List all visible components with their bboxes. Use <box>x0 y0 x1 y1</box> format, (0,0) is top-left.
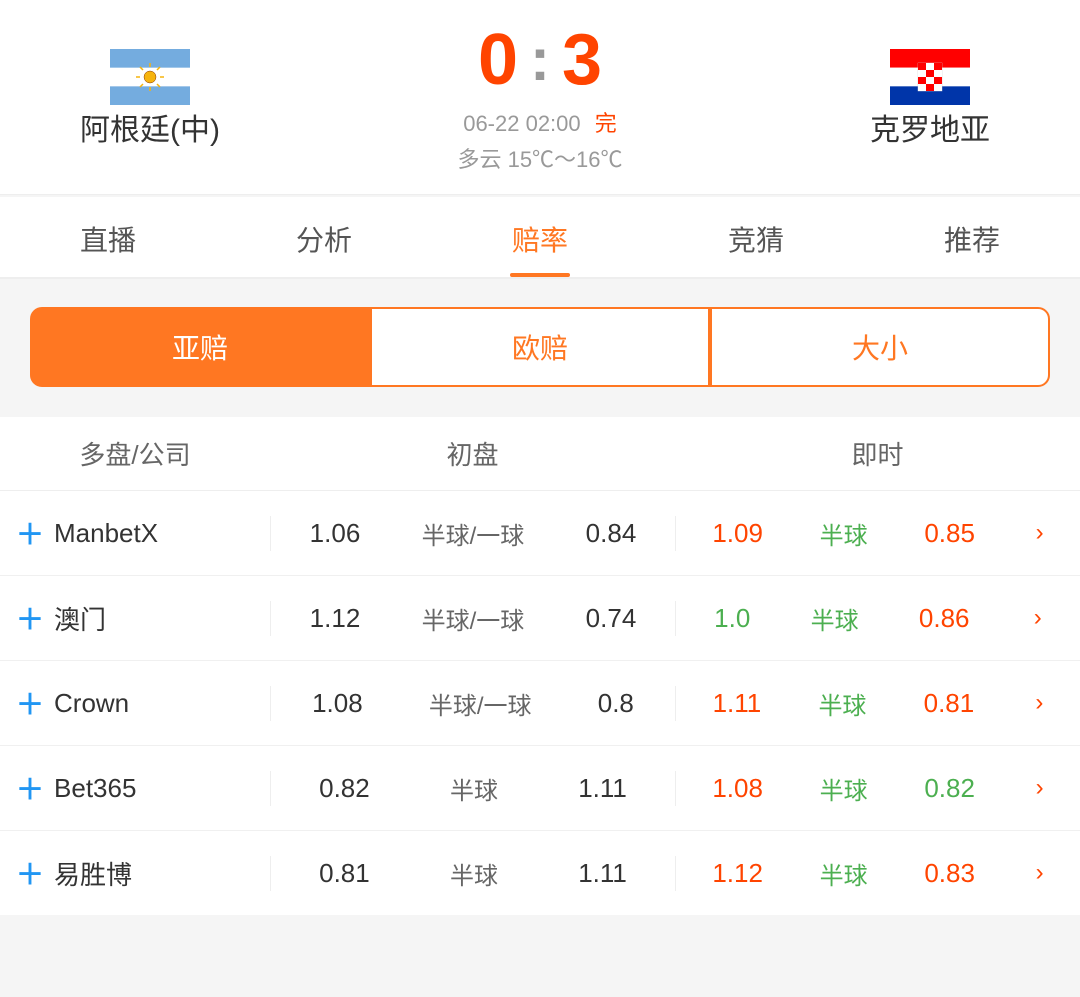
live-left-4: 1.12 <box>712 858 763 889</box>
live-left-1: 1.0 <box>714 603 750 634</box>
arrow-icon-2[interactable]: › <box>1035 689 1043 717</box>
subtab-size[interactable]: 大小 <box>710 307 1050 387</box>
odds-row-1[interactable]: ＋ 澳门 1.12 半球/一球 0.74 1.0 半球 0.86 › <box>0 576 1080 661</box>
match-status: 完 <box>595 111 617 136</box>
score-colon: : <box>530 30 550 90</box>
live-right-2: 0.81 <box>924 688 975 719</box>
company-cell-0: ＋ ManbetX <box>0 513 270 553</box>
initial-cell-4: 0.81 半球 1.11 <box>270 856 675 891</box>
live-mid-4: 半球 <box>820 856 868 891</box>
init-right-4: 1.11 <box>578 858 627 889</box>
header-live: 即时 <box>675 435 1080 472</box>
live-cell-2: 1.11 半球 0.81 › <box>675 686 1080 721</box>
subtab-euro[interactable]: 欧赔 <box>370 307 710 387</box>
company-name-2: Crown <box>54 688 129 719</box>
header-company: 多盘/公司 <box>0 435 270 472</box>
live-mid-3: 半球 <box>820 771 868 806</box>
live-left-2: 1.11 <box>713 688 762 719</box>
croatia-flag <box>890 49 970 105</box>
init-left-1: 1.12 <box>310 603 361 634</box>
score-left: 0 <box>478 24 518 96</box>
company-name-1: 澳门 <box>54 600 106 637</box>
tab-analysis[interactable]: 分析 <box>216 197 432 277</box>
score-line: 0 : 3 <box>478 24 602 96</box>
init-left-4: 0.81 <box>319 858 370 889</box>
team-right: 克罗地亚 <box>800 49 1060 149</box>
init-right-2: 0.8 <box>598 688 634 719</box>
score-right: 3 <box>562 24 602 96</box>
initial-cell-3: 0.82 半球 1.11 <box>270 771 675 806</box>
initial-cell-0: 1.06 半球/一球 0.84 <box>270 516 675 551</box>
tab-odds[interactable]: 赔率 <box>432 197 648 277</box>
company-name-0: ManbetX <box>54 518 158 549</box>
live-mid-1: 半球 <box>811 601 859 636</box>
initial-cell-2: 1.08 半球/一球 0.8 <box>270 686 675 721</box>
live-right-3: 0.82 <box>924 773 975 804</box>
init-right-1: 0.74 <box>586 603 637 634</box>
subtab-bar: 亚赔 欧赔 大小 <box>0 287 1080 407</box>
odds-row-4[interactable]: ＋ 易胜博 0.81 半球 1.11 1.12 半球 0.83 › <box>0 831 1080 915</box>
init-mid-4: 半球 <box>450 856 498 891</box>
live-left-0: 1.09 <box>712 518 763 549</box>
divider-2 <box>0 407 1080 415</box>
init-mid-1: 半球/一球 <box>422 601 525 636</box>
live-mid-2: 半球 <box>818 686 866 721</box>
team-right-name: 克罗地亚 <box>870 105 990 149</box>
tab-live[interactable]: 直播 <box>0 197 216 277</box>
subtab-asia[interactable]: 亚赔 <box>30 307 370 387</box>
initial-cell-1: 1.12 半球/一球 0.74 <box>270 601 675 636</box>
company-name-4: 易胜博 <box>54 855 132 892</box>
live-mid-0: 半球 <box>820 516 868 551</box>
company-cell-4: ＋ 易胜博 <box>0 853 270 893</box>
arrow-icon-1[interactable]: › <box>1034 604 1042 632</box>
arrow-icon-4[interactable]: › <box>1036 859 1044 887</box>
live-cell-4: 1.12 半球 0.83 › <box>675 856 1080 891</box>
init-left-3: 0.82 <box>319 773 370 804</box>
expand-icon-1[interactable]: ＋ <box>16 598 44 638</box>
team-left: 阿根廷(中) <box>20 49 280 149</box>
company-cell-3: ＋ Bet365 <box>0 768 270 808</box>
arrow-icon-3[interactable]: › <box>1036 774 1044 802</box>
divider-1 <box>0 279 1080 287</box>
live-right-4: 0.83 <box>924 858 975 889</box>
tab-recommend[interactable]: 推荐 <box>864 197 1080 277</box>
odds-row-2[interactable]: ＋ Crown 1.08 半球/一球 0.8 1.11 半球 0.81 › <box>0 661 1080 746</box>
team-left-name: 阿根廷(中) <box>80 105 220 149</box>
live-cell-1: 1.0 半球 0.86 › <box>675 601 1080 636</box>
init-right-3: 1.11 <box>578 773 627 804</box>
init-left-0: 1.06 <box>310 518 361 549</box>
odds-table: ＋ ManbetX 1.06 半球/一球 0.84 1.09 半球 0.85 ›… <box>0 491 1080 915</box>
init-mid-0: 半球/一球 <box>422 516 525 551</box>
score-center: 0 : 3 06-22 02:00 完 多云 15℃～16℃ <box>280 24 800 174</box>
live-right-1: 0.86 <box>919 603 970 634</box>
company-name-3: Bet365 <box>54 773 136 804</box>
argentina-flag <box>110 49 190 105</box>
tab-navigation: 直播 分析 赔率 竞猜 推荐 <box>0 197 1080 279</box>
arrow-icon-0[interactable]: › <box>1036 519 1044 547</box>
match-header: 阿根廷(中) 0 : 3 06-22 02:00 完 多云 15℃～16℃ <box>0 0 1080 195</box>
live-right-0: 0.85 <box>924 518 975 549</box>
match-datetime: 06-22 02:00 完 <box>463 106 617 138</box>
table-header: 多盘/公司 初盘 即时 <box>0 417 1080 491</box>
live-left-3: 1.08 <box>712 773 763 804</box>
init-right-0: 0.84 <box>586 518 637 549</box>
match-weather: 多云 15℃～16℃ <box>457 142 622 174</box>
expand-icon-2[interactable]: ＋ <box>16 683 44 723</box>
live-cell-3: 1.08 半球 0.82 › <box>675 771 1080 806</box>
init-mid-2: 半球/一球 <box>429 686 532 721</box>
odds-row-3[interactable]: ＋ Bet365 0.82 半球 1.11 1.08 半球 0.82 › <box>0 746 1080 831</box>
odds-row-0[interactable]: ＋ ManbetX 1.06 半球/一球 0.84 1.09 半球 0.85 › <box>0 491 1080 576</box>
expand-icon-0[interactable]: ＋ <box>16 513 44 553</box>
company-cell-1: ＋ 澳门 <box>0 598 270 638</box>
expand-icon-3[interactable]: ＋ <box>16 768 44 808</box>
init-mid-3: 半球 <box>450 771 498 806</box>
expand-icon-4[interactable]: ＋ <box>16 853 44 893</box>
init-left-2: 1.08 <box>312 688 363 719</box>
header-initial: 初盘 <box>270 435 675 472</box>
company-cell-2: ＋ Crown <box>0 683 270 723</box>
live-cell-0: 1.09 半球 0.85 › <box>675 516 1080 551</box>
tab-predict[interactable]: 竞猜 <box>648 197 864 277</box>
